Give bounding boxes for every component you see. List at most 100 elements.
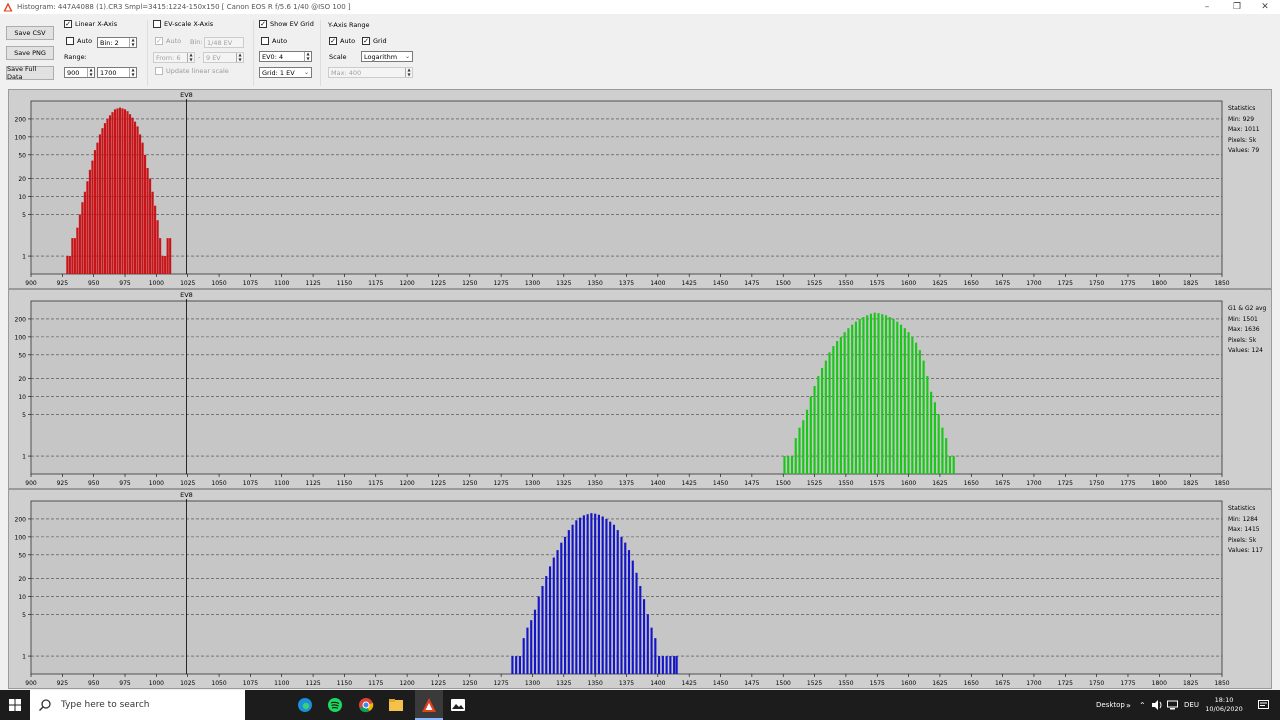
x-tick-label: 1825 [1183, 280, 1198, 287]
histogram-bar [642, 599, 646, 674]
spotify-icon[interactable] [325, 695, 345, 715]
chrome-icon[interactable] [356, 695, 376, 715]
y-tick-label: 5 [22, 412, 26, 419]
histogram-bar [144, 154, 147, 274]
histogram-bar [126, 111, 129, 274]
plot-area [30, 100, 1223, 275]
spin-arrows-icon[interactable]: ▲ ▼ [129, 37, 136, 47]
x-tick-label: 1775 [1120, 680, 1135, 687]
x-tick-label: 1275 [493, 280, 508, 287]
photos-icon[interactable] [448, 695, 468, 715]
spin-arrows-icon[interactable]: ▲ ▼ [304, 51, 311, 61]
save-png-button[interactable]: Save PNG [6, 46, 54, 60]
histogram-bar [605, 518, 608, 674]
taskbar-search-box[interactable]: Type here to search [30, 690, 245, 720]
ev-bin-select[interactable]: 1/48 EV [204, 37, 244, 48]
windows-start-icon[interactable] [0, 690, 30, 720]
y-max-spinner[interactable]: Max: 400 ▲ ▼ [328, 67, 413, 78]
notifications-icon[interactable] [1258, 690, 1269, 720]
spin-arrows-icon[interactable]: ▲ ▼ [87, 67, 94, 77]
desktop-chevron-icon[interactable]: » [1126, 690, 1131, 720]
spin-arrows-icon[interactable]: ▲ ▼ [129, 67, 136, 77]
histogram-bar [81, 202, 84, 274]
restore-icon[interactable]: ❐ [1222, 0, 1252, 14]
spin-arrows-icon[interactable]: ▲ ▼ [236, 52, 243, 62]
x-tick-label: 1625 [932, 680, 947, 687]
update-linear-scale-checkbox[interactable]: Update linear scale [155, 67, 229, 75]
x-tick-label: 1450 [713, 280, 728, 287]
x-tick-label: 1025 [180, 280, 195, 287]
x-tick-label: 1350 [588, 480, 603, 487]
y-grid-checkbox[interactable]: ✓ Grid [362, 37, 387, 45]
file-explorer-icon[interactable] [386, 695, 406, 715]
stat-values: Values: 79 [1228, 147, 1260, 154]
show-ev-grid-checkbox[interactable]: ✓ Show EV Grid [259, 20, 314, 28]
chevron-down-icon: ⌄ [303, 69, 309, 76]
desktop-toolbar-label[interactable]: Desktop [1096, 690, 1125, 720]
ev-grid-auto-checkbox[interactable]: Auto [261, 37, 287, 45]
histogram-bar [601, 516, 604, 674]
histogram-bar [854, 321, 857, 474]
plot-area [30, 500, 1223, 675]
close-icon[interactable]: ✕ [1250, 0, 1280, 14]
y-tick-label: 5 [22, 212, 26, 219]
x-tick-label: 1000 [149, 680, 164, 687]
histogram-bar [918, 350, 921, 474]
x-tick-label: 1725 [1058, 280, 1073, 287]
x-tick-label: 1650 [964, 280, 979, 287]
histogram-bar [121, 108, 124, 274]
range-to-spinner[interactable]: 1700 ▲ ▼ [97, 67, 137, 78]
x-tick-label: 1500 [776, 480, 791, 487]
x-tick-label: 1000 [149, 280, 164, 287]
histogram-bar [161, 256, 164, 274]
linear-auto-checkbox[interactable]: Auto [66, 37, 92, 45]
x-tick-label: 1075 [243, 680, 258, 687]
save-full-data-button[interactable]: Save Full Data [6, 65, 54, 81]
language-indicator[interactable]: DEU [1184, 690, 1199, 720]
spin-arrows-icon[interactable]: ▲ ▼ [405, 67, 412, 77]
y-auto-checkbox[interactable]: ✓ Auto [329, 37, 355, 45]
x-tick-label: 1775 [1120, 480, 1135, 487]
range-from-spinner[interactable]: 900 ▲ ▼ [64, 67, 95, 78]
histogram-bar [616, 530, 619, 674]
y-scale-select[interactable]: Logarithm ⌄ [361, 51, 413, 62]
ev-grid-select[interactable]: Grid: 1 EV ⌄ [259, 67, 312, 78]
rawdigger-icon[interactable] [419, 695, 439, 715]
spin-arrows-icon[interactable]: ▲ ▼ [187, 52, 194, 62]
histogram-bar [881, 314, 884, 474]
x-tick-label: 1375 [619, 480, 634, 487]
y-tick-label: 1 [22, 454, 26, 461]
ev-from-spinner[interactable]: From: 6 ▲ ▼ [153, 52, 195, 63]
linear-bin-spinner[interactable]: Bin: 2 ▲ ▼ [97, 37, 137, 48]
linear-x-axis-checkbox[interactable]: ✓ Linear X-Axis [64, 20, 117, 28]
x-tick-label: 1125 [305, 480, 320, 487]
clock[interactable]: 18:10 10/06/2020 [1205, 690, 1243, 720]
histogram-bar [518, 656, 522, 674]
ev-auto-checkbox[interactable]: ✓ Auto [155, 37, 181, 45]
tray-overflow-icon[interactable]: ⌃ [1139, 690, 1146, 720]
ev0-spinner[interactable]: EV0: 4 ▲ ▼ [259, 51, 312, 62]
minimize-icon[interactable]: – [1192, 0, 1222, 14]
y-tick-label: 200 [15, 116, 27, 123]
x-tick-label: 1375 [619, 680, 634, 687]
x-tick-label: 1425 [682, 480, 697, 487]
x-tick-label: 1050 [211, 680, 226, 687]
volume-icon[interactable] [1152, 690, 1163, 720]
network-icon[interactable] [1167, 690, 1178, 720]
y-tick-label: 50 [18, 552, 26, 559]
x-tick-label: 1800 [1152, 480, 1167, 487]
x-tick-label: 1225 [431, 680, 446, 687]
x-tick-label: 1500 [776, 280, 791, 287]
clock-time: 18:10 [1214, 696, 1234, 704]
x-tick-label: 1250 [462, 680, 477, 687]
x-tick-label: 1375 [619, 280, 634, 287]
ev-scale-x-axis-checkbox[interactable]: EV-scale X-Axis [153, 20, 213, 28]
x-tick-label: 1475 [744, 680, 759, 687]
x-tick-label: 1650 [964, 680, 979, 687]
histogram-bar [866, 315, 869, 474]
x-tick-label: 1800 [1152, 680, 1167, 687]
ev-to-spinner[interactable]: 9 EV ▲ ▼ [203, 52, 244, 63]
edge-icon[interactable] [295, 695, 315, 715]
x-tick-label: 1625 [932, 280, 947, 287]
save-csv-button[interactable]: Save CSV [6, 26, 54, 40]
